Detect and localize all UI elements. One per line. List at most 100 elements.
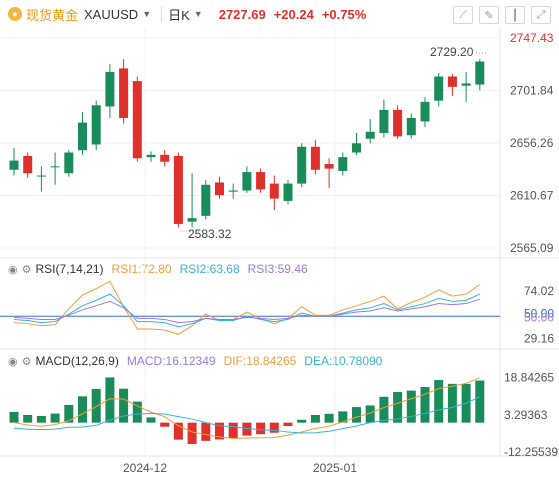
y-tick-label: 2747.43 (510, 31, 554, 45)
macd-bar-up (393, 392, 403, 423)
candle-down (160, 154, 170, 162)
macd-bar-up (105, 377, 115, 423)
eye-icon[interactable]: ◉ (8, 263, 18, 276)
settings-icon[interactable]: ⚙ (22, 263, 32, 276)
chart-header: ● 现货黄金 XAUUSD ▼ 日K ▼ 2727.69 +20.24 +0.7… (0, 0, 559, 28)
gold-icon: ● (8, 7, 22, 21)
candle-up (64, 152, 74, 174)
dif-line (13, 377, 480, 439)
candle-down (310, 146, 320, 170)
rsi-line-1 (13, 280, 481, 335)
candle-up (78, 122, 87, 151)
candle-down (119, 68, 129, 118)
macd-bar-down (228, 422, 238, 439)
macd-value: MACD:16.12349 (126, 354, 216, 368)
dea-line (13, 396, 481, 434)
draw-icon[interactable]: ✎ (479, 6, 499, 24)
candle-down (256, 172, 266, 190)
candle-up (146, 154, 156, 158)
macd-label: MACD(12,26,9) (35, 354, 119, 368)
candle-up (187, 218, 197, 222)
macd-bar-down (242, 422, 252, 436)
rsi-tick-label: 50.00 (524, 310, 554, 324)
macd-bar-up (447, 383, 457, 423)
dif-value: DIF:18.84265 (223, 354, 297, 368)
rsi-tick-label: 29.16 (524, 331, 554, 345)
macd-bar-up (297, 419, 307, 423)
candle-up (365, 131, 375, 139)
candle-up (50, 166, 60, 168)
macd-bar-up (78, 396, 87, 423)
candle-up (420, 101, 430, 122)
macd-bar-up (9, 411, 19, 423)
macd-bar-up (475, 380, 485, 423)
rsi-tick-label: 50.00 (524, 306, 554, 320)
candle-up (242, 172, 252, 191)
macd-bar-up (310, 414, 320, 423)
rsi3-value: RSI3:59.46 (247, 262, 308, 276)
rsi-label: RSI(7,14,21) (35, 262, 104, 276)
y-tick-label: 2610.67 (510, 189, 554, 203)
macd-bar-down (201, 422, 211, 441)
chart-line-icon[interactable]: ⟋ (453, 6, 473, 24)
last-price: 2727.69 (218, 6, 266, 22)
settings-icon[interactable]: ⚙ (22, 355, 32, 368)
candle-icon[interactable]: ┃ (505, 6, 525, 24)
macd-bar-down (173, 422, 183, 440)
instrument-name[interactable]: 现货黄金 (26, 5, 78, 24)
candle-down (269, 183, 279, 199)
y-tick-label: 2565.09 (510, 241, 554, 255)
instrument-symbol[interactable]: XAUUSD (84, 7, 138, 22)
price-change: +20.24 (273, 6, 314, 22)
macd-bar-down (187, 422, 197, 444)
chart-canvas[interactable]: 2729.20 2583.32 2747.43 2701.84 2656.26 2610… (0, 0, 559, 482)
macd-bar-up (119, 388, 129, 423)
macd-bar-up (379, 396, 389, 423)
candle-up (283, 183, 293, 201)
macd-bar-down (215, 422, 224, 440)
candle-up (105, 71, 115, 107)
macd-bar-up (64, 404, 74, 423)
candle-down (132, 81, 142, 159)
macd-bar-up (23, 414, 33, 423)
candle-up (201, 184, 211, 216)
period-selector[interactable]: 日K (168, 5, 190, 24)
macd-bar-up (352, 407, 361, 423)
x-tick-label: 2024-12 (123, 461, 167, 475)
candle-down (215, 182, 224, 196)
period-chevron-down-icon[interactable]: ▼ (194, 9, 203, 19)
macd-tick-label: 3.29363 (504, 408, 548, 422)
macd-bar-up (365, 405, 375, 423)
macd-bar-up (461, 383, 471, 423)
candle-up (379, 109, 389, 133)
fullscreen-icon[interactable]: ⤢ (531, 6, 551, 24)
candle-up (36, 175, 46, 177)
macd-bar-up (50, 413, 60, 423)
candle-down (23, 155, 33, 174)
macd-bar-up (338, 411, 348, 423)
candle-up (338, 157, 348, 171)
price-change-percent: +0.75% (321, 6, 367, 22)
macd-tick-label: 18.84265 (504, 371, 554, 385)
candle-up (434, 76, 444, 101)
macd-bar-down (160, 422, 170, 427)
low-annotation: 2583.32 (188, 227, 232, 241)
x-tick-label: 2025-01 (313, 461, 357, 475)
dea-value: DEA:10.78090 (304, 354, 383, 368)
candle-down (447, 76, 457, 87)
macd-tick-label: -12.25539 (504, 445, 558, 459)
candle-up (228, 190, 238, 192)
rsi-tick-label: 74.02 (524, 284, 554, 298)
rsi-line-3 (13, 298, 480, 324)
y-tick-label: 2701.84 (510, 84, 554, 98)
chevron-down-icon[interactable]: ▼ (142, 9, 151, 19)
eye-icon[interactable]: ◉ (8, 355, 18, 368)
candle-down (393, 109, 403, 137)
candle-up (406, 117, 416, 136)
rsi1-value: RSI1:72.80 (111, 262, 172, 276)
macd-bar-up (132, 401, 142, 423)
macd-legend: ◉ ⚙ MACD(12,26,9) MACD:16.12349 DIF:18.8… (0, 353, 390, 369)
macd-bar-up (324, 413, 334, 423)
y-tick-label: 2656.26 (510, 136, 554, 150)
candle-up (352, 143, 361, 153)
